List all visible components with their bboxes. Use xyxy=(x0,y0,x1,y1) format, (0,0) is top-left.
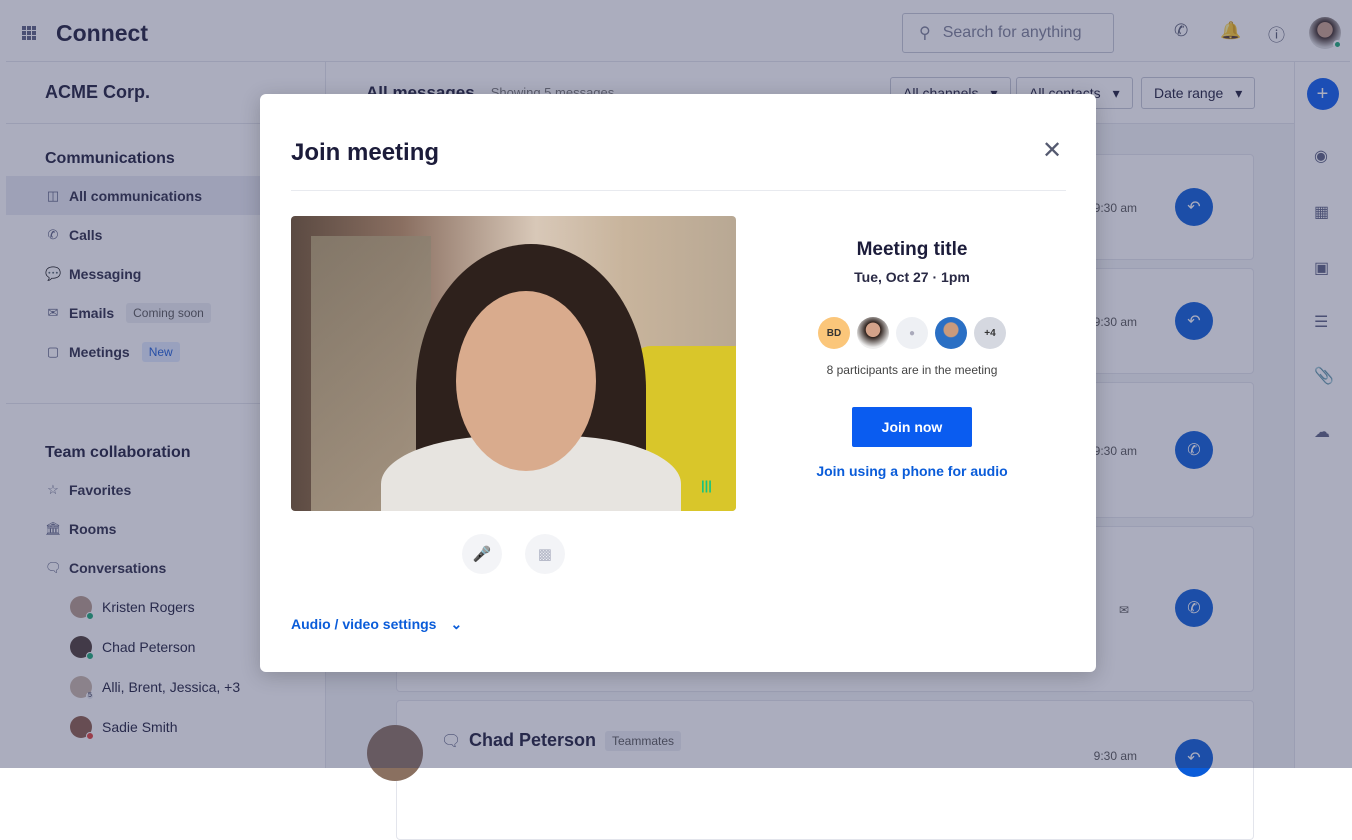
microphone-button[interactable]: 🎤 xyxy=(462,534,502,574)
close-icon[interactable]: ✕ xyxy=(1042,136,1062,165)
meeting-info: Meeting title Tue, Oct 27 · 1pm BD ● +4 … xyxy=(792,239,1032,479)
join-now-button[interactable]: Join now xyxy=(852,407,972,447)
microphone-icon: 🎤 xyxy=(472,546,492,563)
meeting-date: Tue, Oct 27 · 1pm xyxy=(854,269,970,285)
camera-button[interactable]: ▩ xyxy=(525,534,565,574)
participant-overflow: +4 xyxy=(974,317,1006,349)
participant-avatar: ● xyxy=(896,317,928,349)
participant-avatars: BD ● +4 xyxy=(792,317,1032,349)
dialog-title: Join meeting xyxy=(291,139,440,166)
meeting-title: Meeting title xyxy=(856,239,968,260)
person-face xyxy=(456,291,596,471)
camera-icon: ▩ xyxy=(537,546,553,563)
participant-avatar: BD xyxy=(818,317,850,349)
audio-video-settings-toggle[interactable]: Audio / video settings ⌄ xyxy=(291,616,462,633)
join-phone-audio-link[interactable]: Join using a phone for audio xyxy=(792,463,1032,479)
join-meeting-dialog: Join meeting ✕ ||| 🎤 ▩ Audio / video set… xyxy=(260,94,1096,672)
video-preview: ||| xyxy=(291,216,736,511)
label: Audio / video settings xyxy=(291,616,437,632)
divider xyxy=(291,190,1066,191)
audio-level-icon: ||| xyxy=(701,478,712,493)
chevron-down-icon: ⌄ xyxy=(450,616,463,632)
participant-avatar xyxy=(935,317,967,349)
person-icon: ● xyxy=(908,327,916,339)
participants-count: 8 participants are in the meeting xyxy=(826,363,998,377)
participant-avatar xyxy=(857,317,889,349)
